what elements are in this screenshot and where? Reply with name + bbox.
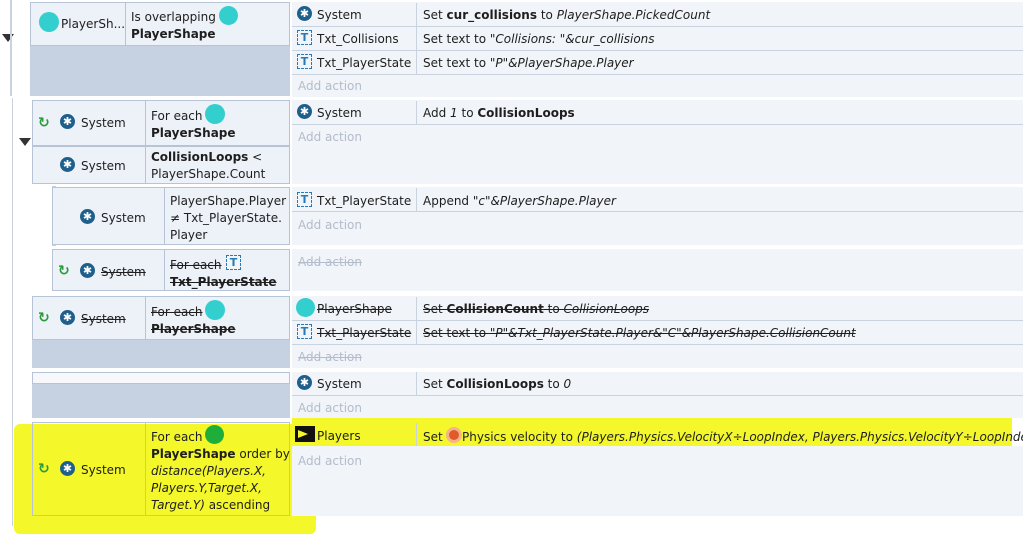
condition-object-name: PlayerShape — [131, 27, 216, 41]
condition-object: System — [101, 265, 146, 279]
text-object-icon: T — [226, 255, 241, 270]
gear-icon: ✱ — [60, 461, 75, 476]
condition-object: System — [81, 116, 126, 130]
text-object-icon: T — [297, 192, 312, 207]
condition-text: ≠ Txt_PlayerState. — [170, 211, 282, 225]
gear-icon: ✱ — [60, 157, 75, 172]
condition-text: For each — [170, 258, 222, 272]
gear-icon: ✱ — [60, 114, 75, 129]
condition-text: For each — [151, 430, 203, 444]
playershape-icon — [219, 6, 238, 25]
condition-text: For each — [151, 109, 203, 123]
action-text[interactable]: Physics velocity to (Players.Physics.Vel… — [462, 430, 1023, 444]
playershape-icon — [205, 104, 225, 124]
playershape-icon — [39, 12, 59, 32]
text-object-icon: T — [297, 324, 312, 339]
condition-text: PlayerShape.Count — [151, 167, 266, 181]
condition-object-name: PlayerShape — [151, 126, 236, 140]
action-text[interactable]: Set — [423, 430, 443, 444]
condition-object: System — [81, 463, 126, 477]
action-area — [292, 100, 1023, 184]
condition-text: PlayerShape order by — [151, 447, 290, 461]
action-object: Txt_PlayerState — [317, 194, 412, 208]
action-text[interactable]: Add 1 to CollisionLoops — [423, 106, 575, 120]
add-action-link[interactable]: Add action — [298, 218, 362, 232]
action-text[interactable]: Set text to "P"&PlayerShape.Player — [423, 56, 634, 70]
loop-icon: ↻ — [38, 310, 50, 326]
condition-text: Player — [170, 228, 208, 242]
action-object: System — [317, 377, 362, 391]
action-text[interactable]: Append "c"&PlayerShape.Player — [423, 194, 616, 208]
players-icon — [295, 426, 315, 442]
gear-icon: ✱ — [297, 6, 312, 21]
text-object-icon: T — [297, 30, 312, 45]
condition-object: PlayerSh... — [61, 17, 126, 31]
condition-object: System — [101, 211, 146, 225]
add-action-link[interactable]: Add action — [298, 130, 362, 144]
add-action-link[interactable]: Add action — [298, 401, 362, 415]
action-area — [292, 249, 1023, 291]
condition-text: PlayerShape.Player — [170, 194, 287, 208]
condition-row[interactable] — [32, 372, 290, 384]
gear-icon: ✱ — [80, 263, 95, 278]
condition-expression: Target.Y) ascending — [151, 498, 271, 512]
playershape-icon — [296, 298, 315, 317]
gear-icon: ✱ — [297, 104, 312, 119]
add-action-link[interactable]: Add action — [298, 454, 362, 468]
condition-object: System — [81, 312, 126, 326]
action-area — [292, 446, 1023, 516]
loop-icon: ↻ — [38, 115, 50, 131]
gear-icon: ✱ — [80, 209, 95, 224]
condition-expression: Players.Y,Target.X, — [151, 481, 262, 495]
physics-icon — [446, 427, 462, 443]
gear-icon: ✱ — [297, 375, 312, 390]
condition-object-name: Txt_PlayerState — [170, 275, 277, 289]
condition-text: Is overlapping — [131, 10, 216, 24]
playershape-icon — [205, 425, 224, 444]
gear-icon: ✱ — [60, 310, 75, 325]
event-margin — [30, 46, 290, 96]
action-object: System — [317, 106, 362, 120]
action-text[interactable]: Set CollisionCount to CollisionLoops — [423, 302, 649, 316]
playershape-icon — [205, 300, 225, 320]
action-text[interactable]: Set text to "Collisions: "&cur_collision… — [423, 32, 655, 46]
loop-icon: ↻ — [38, 461, 50, 477]
add-action-link[interactable]: Add action — [298, 255, 362, 269]
action-object: Txt_PlayerState — [317, 326, 412, 340]
condition-object-name: PlayerShape — [151, 322, 236, 336]
condition-text: CollisionLoops < — [151, 150, 263, 164]
action-object: PlayerShape — [317, 302, 392, 316]
action-object: Players — [317, 429, 361, 443]
collapse-arrow[interactable] — [19, 138, 31, 146]
condition-text: For each — [151, 305, 203, 319]
add-action-link[interactable]: Add action — [298, 350, 362, 364]
event-margin — [32, 340, 290, 368]
add-action-link[interactable]: Add action — [298, 79, 362, 93]
condition-expression: distance(Players.X, — [151, 464, 266, 478]
action-text[interactable]: Set CollisionLoops to 0 — [423, 377, 571, 391]
action-text[interactable]: Set cur_collisions to PlayerShape.Picked… — [423, 8, 710, 22]
action-object: Txt_Collisions — [317, 32, 399, 46]
action-text[interactable]: Set text to "P"&Txt_PlayerState.Player&"… — [423, 326, 856, 340]
collapse-arrow[interactable] — [2, 34, 14, 42]
loop-icon: ↻ — [58, 263, 70, 279]
condition-object: System — [81, 159, 126, 173]
text-object-icon: T — [297, 54, 312, 69]
action-object: System — [317, 8, 362, 22]
action-object: Txt_PlayerState — [317, 56, 412, 70]
